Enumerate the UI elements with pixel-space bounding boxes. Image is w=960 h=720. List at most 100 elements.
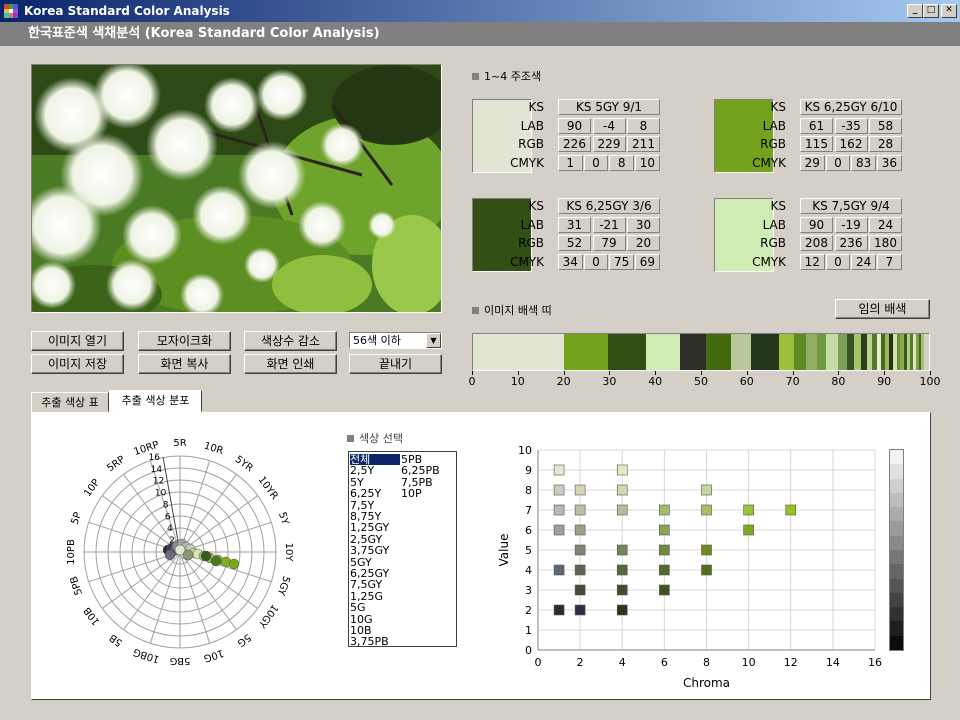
row-label: RGB xyxy=(518,236,544,250)
cmyk-value: 1 xyxy=(558,154,583,171)
scatter-point xyxy=(574,604,586,616)
minimize-button[interactable]: _ xyxy=(907,4,923,18)
gray-step xyxy=(890,478,903,493)
y-tick-label: 5 xyxy=(525,544,532,557)
hue-option[interactable]: 5PB xyxy=(401,454,456,465)
x-tick-label: 2 xyxy=(577,656,584,669)
hue-option[interactable]: 3,75GY xyxy=(350,545,400,556)
open-image-button[interactable]: 이미지 열기 xyxy=(31,331,124,351)
save-image-button[interactable]: 이미지 저장 xyxy=(31,354,124,374)
ks-code: KS 6,25GY 6/10 xyxy=(800,99,902,115)
tab-color-table[interactable]: 추출 색상 표 xyxy=(31,392,109,412)
hue-option[interactable]: 5Y xyxy=(350,477,400,488)
scatter-point xyxy=(574,524,586,536)
ks-code: KS 5GY 9/1 xyxy=(558,99,660,115)
row-label: LAB xyxy=(520,217,544,232)
scatter-point xyxy=(553,484,565,496)
hue-option[interactable]: 6,25PB xyxy=(401,465,456,476)
scatter-point xyxy=(574,584,586,596)
hue-option[interactable]: 5GY xyxy=(350,557,400,568)
hue-option[interactable]: 7,5PB xyxy=(401,477,456,488)
hue-option[interactable]: 7,5GY xyxy=(350,579,400,590)
hue-option[interactable]: 6,25Y xyxy=(350,488,400,499)
hue-label: 5R xyxy=(173,438,186,449)
hue-option[interactable]: 1,25GY xyxy=(350,522,400,533)
rgb-value: 79 xyxy=(592,235,626,251)
chevron-down-icon[interactable]: ▼ xyxy=(426,333,441,348)
hue-option[interactable]: 10P xyxy=(401,488,456,499)
lab-value: 90 xyxy=(800,216,833,233)
hue-option[interactable]: 8,75Y xyxy=(350,511,400,522)
scatter-point xyxy=(616,604,628,616)
random-palette-button[interactable]: 임의 배색 xyxy=(835,299,930,319)
lab-value: 30 xyxy=(627,216,660,233)
mosaic-button[interactable]: 모자이크화 xyxy=(138,331,231,351)
hue-option[interactable]: 전체 xyxy=(350,454,400,465)
gray-step xyxy=(890,607,903,622)
palette-segment xyxy=(564,334,608,370)
y-tick-label: 7 xyxy=(525,504,532,517)
scatter-point xyxy=(701,544,712,556)
gray-step xyxy=(890,564,903,579)
scatter-point xyxy=(553,604,565,616)
scatter-point xyxy=(743,524,754,536)
gray-step xyxy=(890,578,903,593)
exit-button[interactable]: 끝내기 xyxy=(349,354,442,374)
palette-tick-label: 10 xyxy=(510,375,525,388)
scatter-point xyxy=(616,584,628,596)
y-tick-label: 4 xyxy=(525,564,532,577)
lab-value: -35 xyxy=(834,117,868,134)
hue-option[interactable]: 6,25GY xyxy=(350,568,400,579)
hue-option[interactable]: 1,25G xyxy=(350,591,400,602)
ks-code: KS 6,25GY 3/6 xyxy=(558,198,660,214)
x-tick-label: 0 xyxy=(535,656,542,669)
lab-value: -21 xyxy=(592,216,626,233)
cmyk-value: 0 xyxy=(583,154,609,171)
scatter-point xyxy=(574,504,586,516)
hue-select-list[interactable]: 전체 2,5Y 5Y 6,25Y 7,5Y 8,75Y 1,25GY 2,5GY 3,75GY 5… xyxy=(348,451,457,647)
hue-label: 10P xyxy=(82,477,102,499)
hue-option[interactable]: 7,5Y xyxy=(350,500,400,511)
rgb-value: 211 xyxy=(627,136,660,152)
scatter-point xyxy=(659,584,670,596)
rgb-value: 236 xyxy=(834,235,868,251)
tab-color-distribution[interactable]: 추출 색상 분포 xyxy=(109,390,202,412)
color-count-select[interactable]: 56색 이하 ▼ xyxy=(349,332,442,349)
gray-step xyxy=(890,521,903,536)
x-axis-title: Chroma xyxy=(683,676,730,690)
hue-label: 5B xyxy=(108,631,125,648)
hue-option[interactable]: 2,5GY xyxy=(350,534,400,545)
palette-tick-label: 70 xyxy=(785,375,800,388)
palette-segment xyxy=(751,334,780,370)
scatter-point xyxy=(701,484,712,496)
cmyk-value: 12 xyxy=(800,253,825,270)
scatter-point xyxy=(616,564,628,576)
hue-label: 10BG xyxy=(132,646,161,665)
hue-option[interactable]: 10G xyxy=(350,614,400,625)
maximize-button[interactable]: □ xyxy=(923,4,939,18)
scatter-point xyxy=(785,504,797,516)
palette-segment xyxy=(705,334,732,370)
row-label: LAB xyxy=(520,118,544,133)
copy-screen-button[interactable]: 화면 복사 xyxy=(138,354,231,374)
reduce-colors-button[interactable]: 색상수 감소 xyxy=(244,331,337,351)
hue-option[interactable]: 10B xyxy=(350,625,400,636)
rgb-value: 52 xyxy=(558,235,591,251)
lab-value: 61 xyxy=(800,117,833,134)
hue-label: 10PB xyxy=(66,539,77,565)
palette-tick-label: 20 xyxy=(556,375,571,388)
gray-step xyxy=(890,450,903,465)
scatter-point xyxy=(743,504,754,516)
palette-segment xyxy=(805,334,818,370)
y-axis-title: Value xyxy=(497,534,511,567)
cmyk-value: 34 xyxy=(558,253,583,270)
print-screen-button[interactable]: 화면 인쇄 xyxy=(244,354,337,374)
hue-option[interactable]: 5G xyxy=(350,602,400,613)
cmyk-value: 0 xyxy=(825,253,851,270)
color-count-value: 56색 이하 xyxy=(353,334,401,347)
scatter-point xyxy=(659,504,670,516)
hue-option[interactable]: 3,75PB xyxy=(350,636,400,647)
close-button[interactable]: ✕ xyxy=(941,4,957,18)
rgb-value: 208 xyxy=(800,235,833,251)
hue-option[interactable]: 2,5Y xyxy=(350,465,400,476)
